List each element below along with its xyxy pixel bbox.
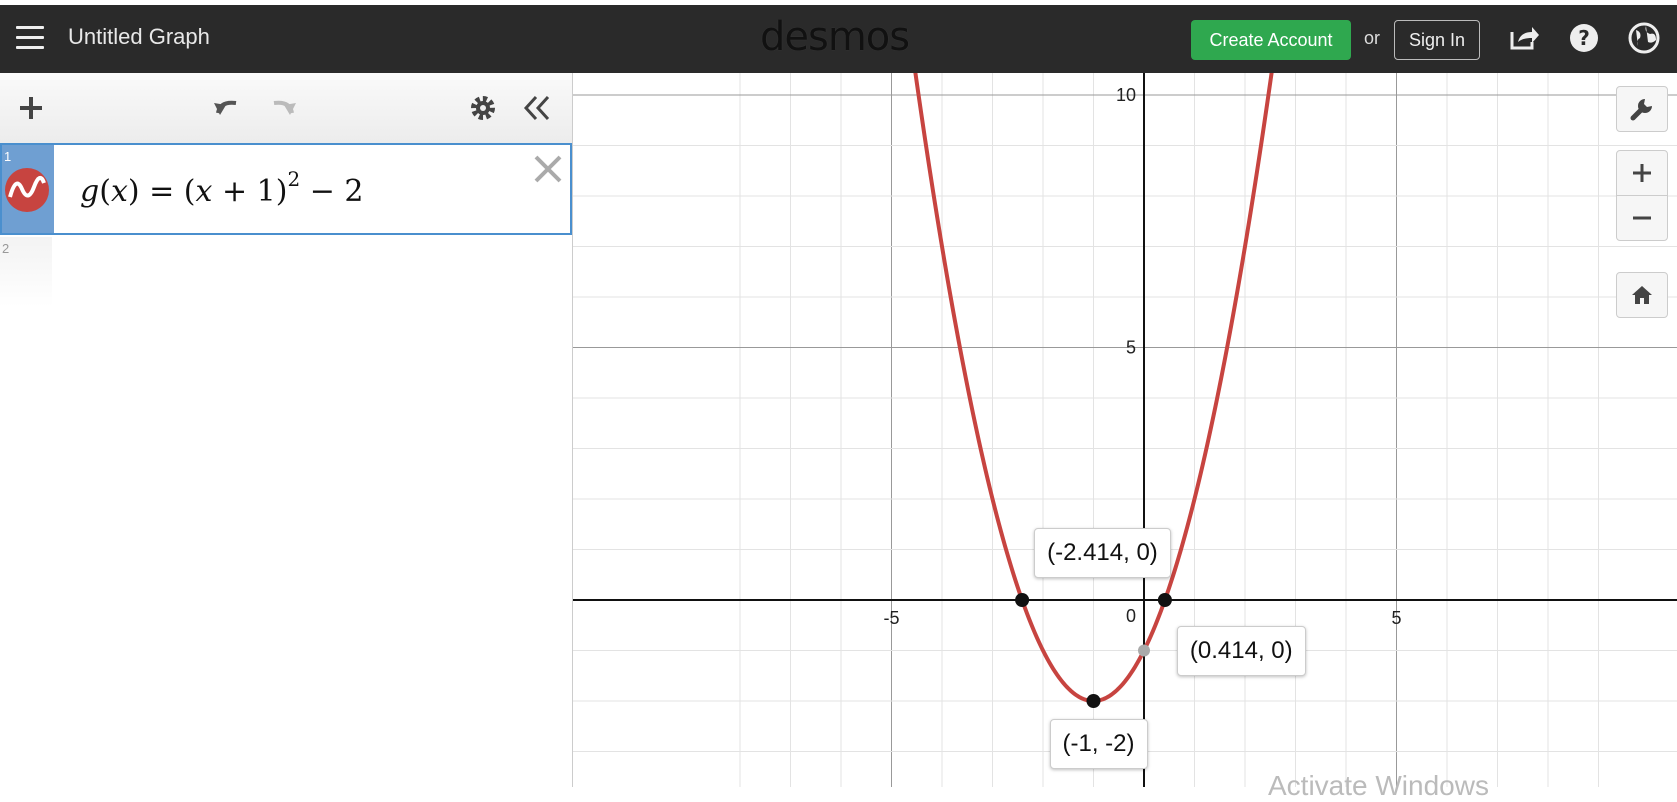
y-intercept-point bbox=[1138, 644, 1150, 657]
root-point-left bbox=[1015, 593, 1030, 607]
vertex-point-label[interactable]: (-1, -2) bbox=[1049, 719, 1148, 769]
or-text: or bbox=[1364, 28, 1381, 48]
globe-icon[interactable] bbox=[1628, 22, 1660, 54]
wrench-icon bbox=[1630, 99, 1652, 121]
zoom-out-button[interactable] bbox=[1616, 195, 1668, 241]
graph-title[interactable]: Untitled Graph bbox=[68, 24, 210, 50]
minus-icon bbox=[1633, 216, 1651, 220]
add-icon[interactable] bbox=[14, 91, 48, 125]
home-icon bbox=[1632, 286, 1652, 304]
undo-icon[interactable] bbox=[210, 91, 244, 125]
y-tick-label: 5 bbox=[1126, 338, 1136, 358]
watermark-text: Activate Windows bbox=[1268, 770, 1489, 801]
create-account-button[interactable]: Create Account bbox=[1191, 20, 1351, 60]
empty-expression-row[interactable]: 2 bbox=[0, 237, 52, 307]
top-bar: Untitled Graph desmos Create Account or … bbox=[0, 0, 1677, 73]
expression-panel: 1 g(x) = (x + 1)2 − 2 2 bbox=[0, 73, 573, 787]
expression-row[interactable]: 1 g(x) = (x + 1)2 − 2 bbox=[0, 143, 572, 235]
graph-canvas[interactable]: -5 5 10 5 0 bbox=[573, 73, 1677, 787]
redo-icon[interactable] bbox=[266, 91, 300, 125]
settings-gear-icon[interactable] bbox=[466, 91, 500, 125]
curve-color-icon[interactable] bbox=[4, 167, 50, 213]
share-icon[interactable] bbox=[1508, 22, 1540, 54]
sign-in-button[interactable]: Sign In bbox=[1394, 20, 1480, 60]
root-point-right-label[interactable]: (0.414, 0) bbox=[1176, 626, 1306, 676]
x-tick-label: 5 bbox=[1391, 608, 1401, 628]
zoom-in-button[interactable] bbox=[1616, 150, 1668, 196]
desmos-logo: desmos bbox=[760, 14, 910, 60]
vertex-point bbox=[1086, 694, 1101, 708]
expression-latex[interactable]: g(x) = (x + 1)2 − 2 bbox=[80, 167, 364, 209]
delete-expression-icon[interactable] bbox=[532, 153, 564, 185]
origin-label: 0 bbox=[1126, 606, 1136, 626]
x-tick-label: -5 bbox=[883, 608, 899, 628]
default-viewport-button[interactable] bbox=[1616, 272, 1668, 318]
top-strip bbox=[0, 0, 1677, 5]
root-point-left-label[interactable]: (-2.414, 0) bbox=[1034, 528, 1171, 578]
graph-settings-button[interactable] bbox=[1616, 86, 1668, 132]
expression-gutter: 1 bbox=[2, 145, 54, 233]
root-point-right bbox=[1157, 593, 1172, 607]
expression-toolbar bbox=[0, 73, 572, 144]
menu-icon[interactable] bbox=[16, 26, 44, 50]
collapse-panel-icon[interactable] bbox=[520, 91, 554, 125]
plus-icon bbox=[1633, 164, 1651, 182]
expression-index: 2 bbox=[2, 241, 10, 256]
expression-index: 1 bbox=[4, 149, 12, 164]
help-icon[interactable]: ? bbox=[1568, 22, 1600, 54]
y-tick-label: 10 bbox=[1116, 85, 1136, 105]
graph-paper[interactable]: -5 5 10 5 0 bbox=[573, 73, 1677, 787]
svg-text:?: ? bbox=[1578, 26, 1590, 50]
